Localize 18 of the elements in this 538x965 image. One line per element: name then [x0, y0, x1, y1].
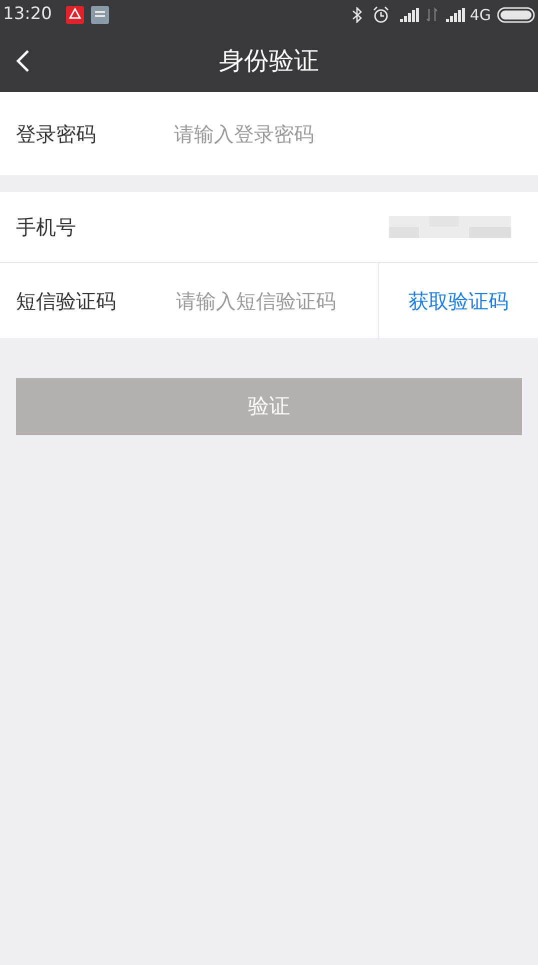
- sms-code-field[interactable]: 请输入短信验证码: [176, 263, 378, 338]
- get-code-button[interactable]: 获取验证码: [378, 263, 538, 338]
- data-transfer-icon: [426, 7, 438, 23]
- status-time: 13:20: [3, 3, 52, 26]
- page-title: 身份验证: [219, 45, 319, 78]
- password-label: 登录密码: [0, 92, 174, 175]
- app-notification-icon: [66, 6, 84, 24]
- sms-code-label: 短信验证码: [16, 288, 117, 314]
- phone-label: 手机号: [16, 214, 76, 241]
- signal-icon: [446, 8, 466, 22]
- back-icon: [16, 49, 30, 73]
- message-notification-icon: [91, 6, 109, 24]
- signal-icon: [400, 8, 420, 22]
- network-type: 4G: [470, 4, 491, 26]
- battery-icon: [497, 7, 535, 23]
- password-field[interactable]: 请输入登录密码: [174, 92, 538, 175]
- bluetooth-icon: [352, 7, 362, 23]
- alarm-icon: [372, 6, 390, 24]
